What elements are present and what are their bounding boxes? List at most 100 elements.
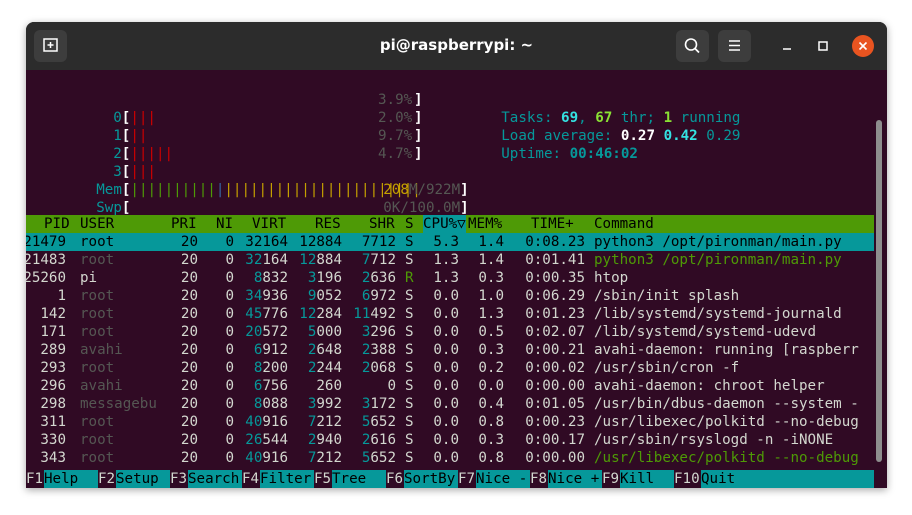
- time-cell: 0:02.07: [525, 324, 585, 340]
- window-title: pi@raspberrypi: ~: [379, 36, 534, 54]
- pri-cell: 20: [180, 324, 198, 340]
- pid-cell: 343: [40, 450, 66, 466]
- column-res[interactable]: RES: [315, 215, 341, 233]
- table-row[interactable]: 171 root 20 0 20572 5000 3296 S 0.0 0.5 0:02.07/li…: [26, 323, 874, 341]
- cpu-cell: 0.0: [433, 450, 459, 466]
- cpu-cell: 0.0: [433, 432, 459, 448]
- filter-button[interactable]: Filter: [260, 470, 314, 488]
- pri-cell: 20: [180, 450, 198, 466]
- user-cell: avahi: [80, 342, 123, 358]
- column-command[interactable]: Command: [594, 215, 654, 233]
- pid-cell: 171: [40, 324, 66, 340]
- pri-cell: 20: [180, 288, 198, 304]
- cpu-meter-0: 0[|||: [113, 110, 156, 126]
- tree-button[interactable]: Tree: [332, 470, 386, 488]
- command-cell: /sbin/init splash: [594, 288, 740, 304]
- state-cell: S: [405, 234, 414, 250]
- pid-cell: 25260: [26, 270, 66, 286]
- ni-cell: 0: [225, 450, 234, 466]
- cpu-cell: 0.0: [433, 414, 459, 430]
- minimize-icon: [783, 48, 791, 50]
- column-mem[interactable]: MEM%: [468, 215, 502, 233]
- time-cell: 0:00.17: [525, 432, 585, 448]
- ni-cell: 0: [225, 396, 234, 412]
- load-5min: 0.42: [663, 128, 698, 144]
- virt-cell: 34936: [245, 288, 288, 304]
- quit-button[interactable]: Quit: [701, 470, 874, 488]
- pid-cell: 311: [40, 414, 66, 430]
- f9-key: F9: [602, 471, 620, 487]
- shr-cell: 6972: [361, 288, 396, 304]
- swap-label: Swp: [96, 200, 122, 216]
- res-cell: 12884: [299, 252, 342, 268]
- table-row[interactable]: 142 root 20 0 45776 12284 11492 S 0.0 1.3 0:01.23 /…: [26, 305, 874, 323]
- mem-cell: 0.3: [478, 270, 504, 286]
- cpu-cell: 0.0: [433, 360, 459, 376]
- hamburger-icon: [729, 40, 740, 51]
- help-button[interactable]: Help: [44, 470, 98, 488]
- table-row[interactable]: 293 root 20 0 8200 2244 2068 S 0.0 0.2 0:00.02/usr…: [26, 359, 874, 377]
- mem-usage: 208M/922M]: [383, 182, 469, 198]
- function-key-bar: F1 Help F2 Setup F3 Search F4 Filter F5 …: [26, 470, 874, 488]
- virt-cell: 26544: [245, 432, 288, 448]
- state-cell: S: [405, 432, 414, 448]
- virt-cell: 32164: [245, 252, 288, 268]
- table-row[interactable]: 330 root 20 0 26544 2940 2616 S 0.0 0.3 0:00.17/us…: [26, 431, 874, 449]
- table-row[interactable]: 289 avahi 20 0 6912 2648 2388 S 0.0 0.3 0:00.21 ava…: [26, 341, 874, 359]
- ni-cell: 0: [225, 306, 234, 322]
- res-cell: 12884: [299, 234, 342, 250]
- maximize-button[interactable]: [812, 35, 834, 57]
- setup-button[interactable]: Setup: [116, 470, 170, 488]
- column-shr[interactable]: SHR: [369, 215, 395, 233]
- terminal-area[interactable]: 0[||| 3.9% ] 1[|| 2.0% ] 2[||||| 9.7% ] …: [26, 70, 887, 488]
- column-pid[interactable]: PID: [44, 215, 70, 233]
- load-15min: 0.29: [706, 128, 741, 144]
- scrollbar[interactable]: [876, 120, 882, 462]
- table-row[interactable]: 311 root 20 0 40916 7212 5652 S 0.0 0.8 0:00.23/us…: [26, 413, 874, 431]
- menu-button[interactable]: [718, 30, 751, 62]
- minimize-button[interactable]: [776, 35, 798, 57]
- column-state[interactable]: S: [405, 215, 414, 233]
- cpu-meter-1: 1[||: [113, 128, 148, 144]
- sortby-button[interactable]: SortBy: [404, 470, 458, 488]
- kill-button[interactable]: Kill: [620, 470, 674, 488]
- table-row[interactable]: 296 avahi 20 0 6756 260 0 S 0.0 0.0 0:00.00 avahi-d…: [26, 377, 874, 395]
- f3-key: F3: [170, 471, 188, 487]
- f1-key: F1: [26, 471, 44, 487]
- mem-cell: 0.5: [478, 324, 504, 340]
- time-cell: 0:00.00: [525, 450, 585, 466]
- close-button[interactable]: [852, 35, 874, 57]
- shr-cell: 7712: [361, 252, 396, 268]
- column-time[interactable]: TIME+: [531, 215, 574, 233]
- maximize-icon: [818, 41, 828, 51]
- table-row[interactable]: 1 root 20 0 34936 9052 6972 S 0.0 1.0 0:06.29/sbin…: [26, 287, 874, 305]
- res-cell: 12284: [299, 306, 342, 322]
- command-cell: htop: [594, 270, 629, 286]
- table-row-selected[interactable]: 21479 root 20 0 32164 12884 7712 S 5.3 1…: [26, 233, 874, 251]
- command-cell: /usr/sbin/rsyslogd -n -iNONE: [594, 432, 834, 448]
- search-button[interactable]: [676, 30, 709, 62]
- nice-minus-button[interactable]: Nice -: [476, 470, 530, 488]
- user-cell: root: [80, 306, 115, 322]
- table-row[interactable]: 343 root 20 0 40916 7212 5652 S 0.0 0.8 0:00.00/us…: [26, 449, 874, 467]
- table-row[interactable]: 298 messagebu 20 0 8088 3992 3172 S 0.0 0.4 0:01.0…: [26, 395, 874, 413]
- table-row[interactable]: 25260 pi 20 0 8832 3196 2636 R 1.3 0.3 0:00.35 htop: [26, 269, 874, 287]
- search-function-button[interactable]: Search: [188, 470, 242, 488]
- column-user[interactable]: USER: [80, 215, 114, 233]
- res-cell: 9052: [307, 288, 342, 304]
- virt-cell: 32164: [245, 234, 288, 250]
- table-row[interactable]: 21483 root 20 0 32164 12884 7712 S 1.3 1.4 0:01.41…: [26, 251, 874, 269]
- time-cell: 0:01.05: [525, 396, 585, 412]
- state-cell: S: [405, 288, 414, 304]
- res-cell: 7212: [307, 414, 342, 430]
- user-cell: root: [80, 414, 115, 430]
- virt-cell: 8200: [253, 360, 288, 376]
- column-virt[interactable]: VIRT: [252, 215, 286, 233]
- column-cpu[interactable]: CPU%▽: [423, 215, 466, 233]
- column-ni[interactable]: NI: [216, 215, 233, 233]
- res-cell: 2244: [307, 360, 342, 376]
- pid-cell: 330: [40, 432, 66, 448]
- nice-plus-button[interactable]: Nice +: [548, 470, 602, 488]
- column-pri[interactable]: PRI: [171, 215, 197, 233]
- shr-cell: 2616: [361, 432, 396, 448]
